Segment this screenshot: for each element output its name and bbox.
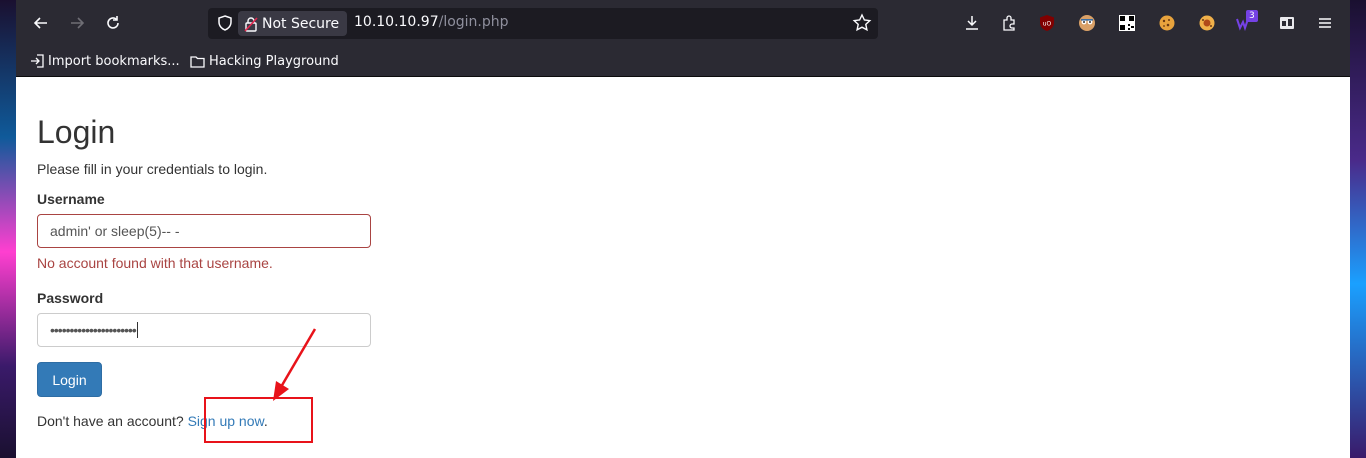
security-indicator[interactable]: Not Secure	[238, 11, 348, 36]
navigation-toolbar: Not Secure 10.10.10.97/login.php uO 3	[16, 0, 1350, 46]
text-caret	[136, 322, 138, 338]
reload-button[interactable]	[98, 8, 128, 38]
url-text[interactable]: 10.10.10.97/login.php	[354, 14, 509, 30]
web-page: Login Please fill in your credentials to…	[16, 77, 1350, 458]
desktop-wallpaper-right	[1350, 0, 1366, 458]
username-label: Username	[37, 191, 105, 207]
bookmark-label: Import bookmarks...	[48, 53, 180, 69]
browser-window: Not Secure 10.10.10.97/login.php uO 3 Im…	[16, 0, 1350, 458]
download-icon[interactable]	[961, 12, 983, 34]
import-icon	[31, 54, 44, 68]
svg-text:uO: uO	[1043, 21, 1052, 28]
login-instructions: Please fill in your credentials to login…	[37, 161, 268, 177]
insecure-lock-icon	[244, 16, 258, 32]
signup-prefix: Don't have an account?	[37, 413, 184, 429]
extensions-icon[interactable]	[998, 12, 1020, 34]
username-value: admin' or sleep(5)-- -	[50, 223, 180, 239]
folder-icon	[190, 55, 205, 68]
username-error: No account found with that username.	[37, 255, 273, 271]
url-bar[interactable]: Not Secure 10.10.10.97/login.php	[208, 8, 878, 39]
qr-code-icon[interactable]	[1116, 12, 1138, 34]
annotation-arrow	[273, 328, 317, 401]
menu-icon[interactable]	[1314, 12, 1336, 34]
bookmark-label: Hacking Playground	[209, 53, 339, 69]
page-title: Login	[37, 114, 116, 150]
password-label: Password	[37, 290, 104, 306]
tracking-shield-icon[interactable]	[216, 14, 234, 32]
security-label: Not Secure	[262, 15, 340, 32]
url-path: /login.php	[438, 14, 509, 30]
back-button[interactable]	[26, 8, 56, 38]
username-input[interactable]: admin' or sleep(5)-- -	[37, 214, 371, 248]
back-arrow-icon	[33, 17, 47, 29]
bookmark-star-icon[interactable]	[852, 13, 872, 33]
ublock-icon[interactable]: uO	[1036, 12, 1058, 34]
reload-icon	[107, 16, 119, 29]
privacy-badger-icon[interactable]	[1076, 12, 1098, 34]
bookmark-import[interactable]: Import bookmarks...	[30, 52, 180, 70]
extension-badge: 3	[1246, 10, 1258, 22]
bookmark-hacking-playground[interactable]: Hacking Playground	[190, 52, 339, 70]
cookie-icon[interactable]	[1156, 12, 1178, 34]
forward-arrow-icon	[71, 17, 85, 29]
container-icon[interactable]	[1276, 12, 1298, 34]
forward-button[interactable]	[62, 8, 92, 38]
login-button[interactable]: Login	[37, 362, 102, 397]
password-value: ••••••••••••••••••••••	[50, 322, 137, 338]
url-host: 10.10.10.97	[354, 14, 439, 30]
cookie-editor-icon[interactable]	[1196, 12, 1218, 34]
desktop-wallpaper-left	[0, 0, 16, 458]
